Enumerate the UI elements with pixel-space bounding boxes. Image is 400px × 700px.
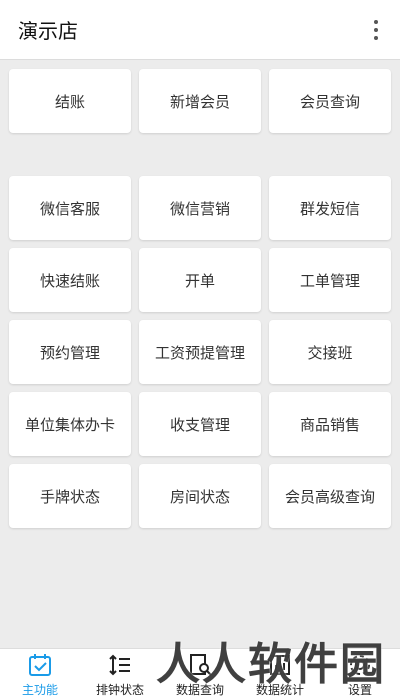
member-query-button[interactable]: 会员查询 [269,69,391,133]
quick-checkout-button[interactable]: 快速结账 [9,248,131,312]
checkout-button[interactable]: 结账 [9,69,131,133]
calendar-check-icon [29,654,51,676]
open-order-button[interactable]: 开单 [139,248,261,312]
tab-main[interactable]: 主功能 [0,649,80,700]
wechat-service-button[interactable]: 微信客服 [9,176,131,240]
tab-data-query[interactable]: 数据查询 [160,649,240,700]
document-search-icon [190,654,212,676]
sort-list-icon [109,654,130,676]
income-expense-button[interactable]: 收支管理 [139,392,261,456]
product-sales-button[interactable]: 商品销售 [269,392,391,456]
tab-label: 设置 [347,683,372,697]
page-title: 演示店 [18,19,78,43]
bulk-sms-button[interactable]: 群发短信 [269,176,391,240]
wristband-status-button[interactable]: 手牌状态 [9,464,131,528]
appointment-button[interactable]: 预约管理 [9,320,131,384]
tab-data-stats[interactable]: 数据统计 [240,649,320,700]
more-vert-icon[interactable] [366,15,386,45]
tab-settings[interactable]: 设置 [320,649,400,700]
add-member-button[interactable]: 新增会员 [139,69,261,133]
chart-icon [270,655,290,675]
advanced-member-query-button[interactable]: 会员高级查询 [269,464,391,528]
app-bar: 演示店 [0,0,400,60]
menu-group-secondary: 微信客服 微信营销 群发短信 快速结账 开单 工单管理 预约管理 工资预提管理 … [9,176,391,528]
tab-queue-status[interactable]: 排钟状态 [80,649,160,700]
tab-label: 数据统计 [255,683,304,697]
group-card-button[interactable]: 单位集体办卡 [9,392,131,456]
salary-accrual-button[interactable]: 工资预提管理 [139,320,261,384]
shift-handover-button[interactable]: 交接班 [269,320,391,384]
tab-label: 主功能 [21,683,58,697]
tab-label: 排钟状态 [95,683,144,697]
settings-icon [350,655,370,675]
room-status-button[interactable]: 房间状态 [139,464,261,528]
wechat-marketing-button[interactable]: 微信营销 [139,176,261,240]
menu-group-primary: 结账 新增会员 会员查询 [9,69,391,133]
tab-label: 数据查询 [175,683,224,697]
work-order-button[interactable]: 工单管理 [269,248,391,312]
bottom-tab-bar: 主功能 排钟状态 数据查询 数据统计 设置 [0,648,400,700]
